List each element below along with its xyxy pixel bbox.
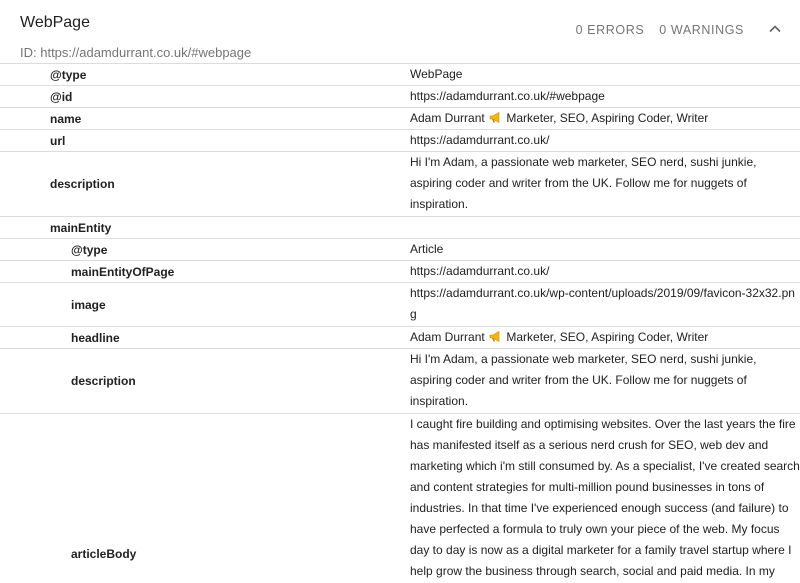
item-type-title: WebPage [20, 14, 90, 32]
property-row: description Hi I'm Adam, a passionate we… [0, 349, 800, 414]
property-key: @id [0, 86, 410, 108]
value-text: Adam Durrant [410, 111, 485, 125]
megaphone-emoji-icon [489, 109, 502, 120]
property-value [410, 217, 800, 239]
property-value: Hi I'm Adam, a passionate web marketer, … [410, 152, 800, 217]
value-text: Marketer, SEO, Aspiring Coder, Writer [506, 330, 708, 344]
property-value: https://adamdurrant.co.uk/#webpage [410, 86, 800, 108]
property-key: @type [0, 64, 410, 86]
warnings-count: 0 WARNINGS [659, 23, 744, 37]
property-key: image [0, 283, 410, 327]
value-text: Adam Durrant [410, 330, 485, 344]
property-value: WebPage [410, 64, 800, 86]
property-value: https://adamdurrant.co.uk/ [410, 130, 800, 152]
issue-counts: 0 ERRORS 0 WARNINGS [576, 23, 744, 37]
property-value: I caught fire building and optimising we… [410, 414, 800, 583]
property-row: @type WebPage [0, 64, 800, 86]
property-row: headline Adam Durrant Marketer, SEO, Asp… [0, 327, 800, 349]
megaphone-emoji-icon [489, 328, 502, 339]
property-value: Article [410, 239, 800, 261]
errors-count: 0 ERRORS [576, 23, 645, 37]
property-key: headline [0, 327, 410, 349]
property-row: @type Article [0, 239, 800, 261]
value-text: Marketer, SEO, Aspiring Coder, Writer [506, 111, 708, 125]
property-value: https://adamdurrant.co.uk/wp-content/upl… [410, 283, 800, 327]
chevron-up-icon[interactable] [766, 20, 784, 38]
property-value: Adam Durrant Marketer, SEO, Aspiring Cod… [410, 108, 800, 130]
property-row: @id https://adamdurrant.co.uk/#webpage [0, 86, 800, 108]
property-key: @type [0, 239, 410, 261]
property-row: name Adam Durrant Marketer, SEO, Aspirin… [0, 108, 800, 130]
property-key: mainEntity [0, 217, 410, 239]
property-value: https://adamdurrant.co.uk/ [410, 261, 800, 283]
property-row: articleBody I caught fire building and o… [0, 414, 800, 583]
property-row: image https://adamdurrant.co.uk/wp-conte… [0, 283, 800, 327]
item-id: ID: https://adamdurrant.co.uk/#webpage [20, 45, 251, 60]
property-key: description [0, 152, 410, 217]
property-value: Hi I'm Adam, a passionate web marketer, … [410, 349, 800, 414]
properties-table: @type WebPage @id https://adamdurrant.co… [0, 63, 800, 583]
result-header: WebPage ID: https://adamdurrant.co.uk/#w… [0, 0, 800, 64]
property-key: url [0, 130, 410, 152]
property-row: description Hi I'm Adam, a passionate we… [0, 152, 800, 217]
property-key: articleBody [0, 414, 410, 583]
property-key: mainEntityOfPage [0, 261, 410, 283]
property-value: Adam Durrant Marketer, SEO, Aspiring Cod… [410, 327, 800, 349]
property-row: url https://adamdurrant.co.uk/ [0, 130, 800, 152]
property-key: description [0, 349, 410, 414]
property-row: mainEntity [0, 217, 800, 239]
property-row: mainEntityOfPage https://adamdurrant.co.… [0, 261, 800, 283]
property-key: name [0, 108, 410, 130]
